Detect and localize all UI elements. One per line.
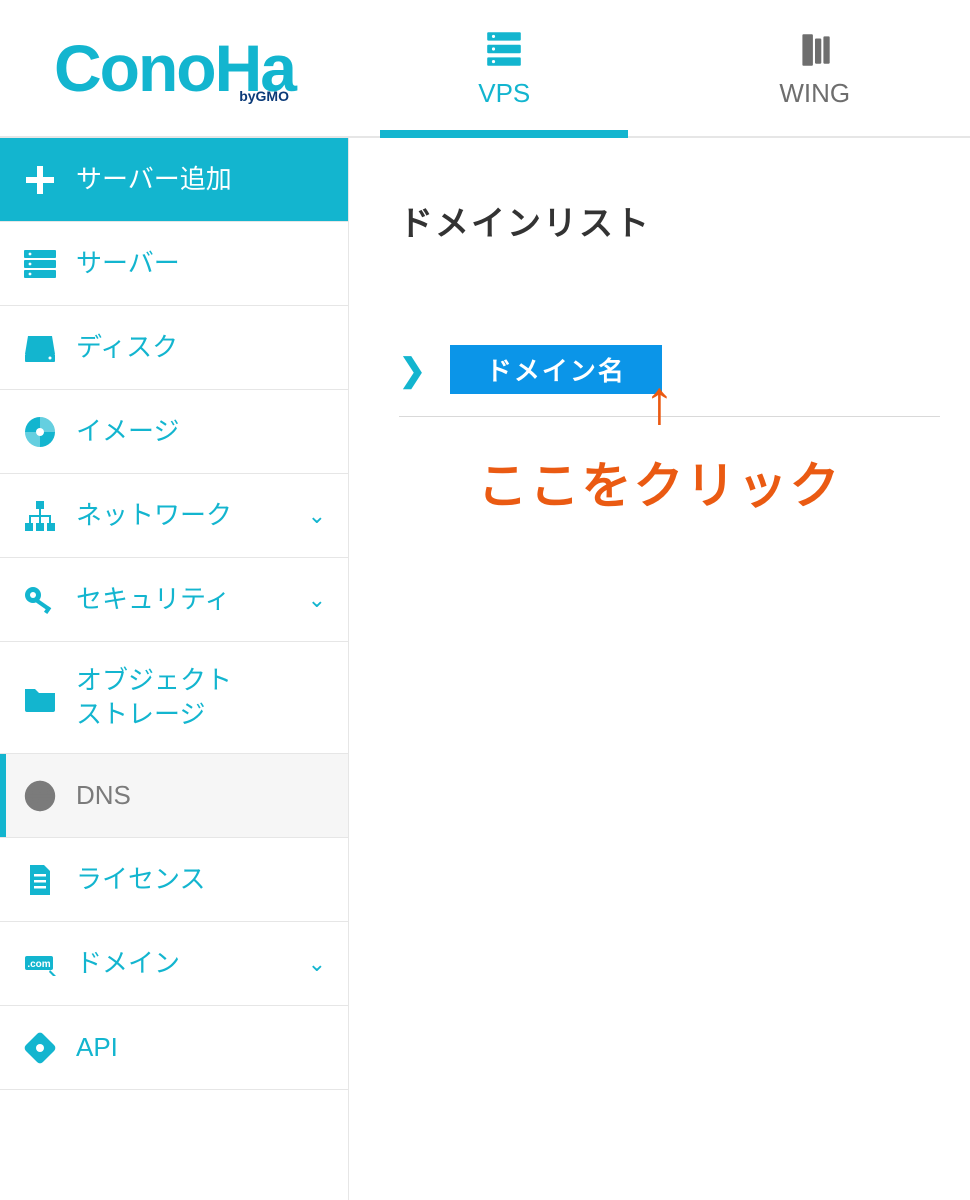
sidebar-add-server[interactable]: サーバー追加 — [0, 138, 348, 222]
sidebar-item-label: セキュリティ — [76, 583, 290, 617]
sidebar-item-label: イメージ — [76, 415, 326, 449]
globe-icon — [22, 778, 58, 814]
sidebar-item-network[interactable]: ネットワーク ⌄ — [0, 474, 348, 558]
sidebar-item-object-storage[interactable]: オブジェクト ストレージ — [0, 642, 348, 754]
tab-vps[interactable]: VPS — [349, 0, 660, 136]
sidebar-item-domain[interactable]: .com ドメイン ⌄ — [0, 922, 348, 1006]
sidebar: サーバー追加 サーバー ディスク イメージ ネットワーク ⌄ — [0, 138, 349, 1200]
folder-icon — [22, 680, 58, 716]
brand-logo[interactable]: ConoHa byGMO — [54, 35, 295, 101]
logo-area: ConoHa byGMO — [0, 0, 349, 136]
key-icon — [22, 582, 58, 618]
domain-name-column-header[interactable]: ドメイン名 — [450, 345, 662, 394]
brand-byline: byGMO — [239, 89, 289, 103]
sidebar-item-label: API — [76, 1031, 326, 1065]
domain-list-header-row: ❯ ドメイン名 — [399, 345, 940, 417]
sidebar-item-security[interactable]: セキュリティ ⌄ — [0, 558, 348, 642]
server-icon — [22, 246, 58, 282]
server-stack-icon — [483, 28, 525, 70]
tab-wing[interactable]: WING — [660, 0, 970, 136]
top-tabs: VPS WING — [349, 0, 970, 136]
expand-caret-icon[interactable]: ❯ — [399, 354, 426, 386]
plus-icon — [22, 162, 58, 198]
annotation-text: ここをクリック — [349, 446, 970, 518]
sidebar-item-server[interactable]: サーバー — [0, 222, 348, 306]
page-title: ドメインリスト — [399, 196, 960, 245]
sidebar-item-label: ドメイン — [76, 947, 290, 981]
main-content: ドメインリスト ❯ ドメイン名 ↑ ここをクリック — [349, 138, 970, 1200]
sidebar-item-license[interactable]: ライセンス — [0, 838, 348, 922]
domain-icon: .com — [22, 946, 58, 982]
sidebar-item-label: DNS — [76, 779, 326, 813]
sidebar-item-image[interactable]: イメージ — [0, 390, 348, 474]
chevron-down-icon: ⌄ — [308, 951, 326, 977]
sidebar-item-api[interactable]: API — [0, 1006, 348, 1090]
api-icon — [22, 1030, 58, 1066]
sidebar-item-label: ディスク — [76, 331, 326, 365]
document-icon — [22, 862, 58, 898]
wing-icon — [794, 28, 836, 70]
sidebar-item-label: ライセンス — [76, 863, 326, 897]
sidebar-item-label: オブジェクト ストレージ — [76, 664, 326, 732]
sidebar-add-server-label: サーバー追加 — [76, 163, 326, 197]
tab-wing-label: WING — [779, 78, 850, 109]
disk-icon — [22, 330, 58, 366]
svg-text:.com: .com — [27, 959, 50, 970]
sidebar-item-label: サーバー — [76, 247, 326, 281]
sidebar-item-label: ネットワーク — [76, 499, 290, 533]
tab-active-indicator — [380, 130, 628, 138]
tab-vps-label: VPS — [478, 78, 530, 109]
sidebar-item-disk[interactable]: ディスク — [0, 306, 348, 390]
topbar: ConoHa byGMO VPS WING — [0, 0, 970, 138]
disc-icon — [22, 414, 58, 450]
sidebar-item-dns[interactable]: DNS — [0, 754, 348, 838]
network-icon — [22, 498, 58, 534]
chevron-down-icon: ⌄ — [308, 587, 326, 613]
chevron-down-icon: ⌄ — [308, 503, 326, 529]
